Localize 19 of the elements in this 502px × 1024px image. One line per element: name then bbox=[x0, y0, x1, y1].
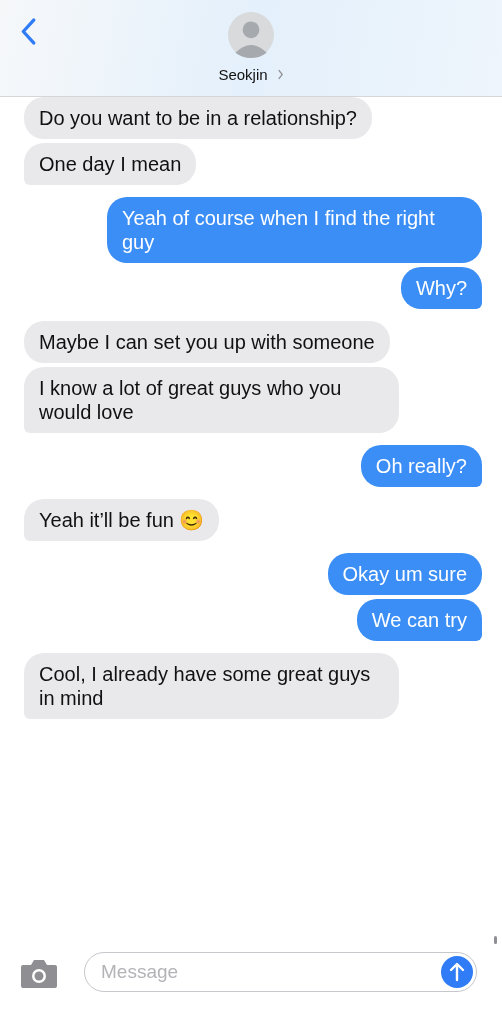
message-bubble: Maybe I can set you up with someone bbox=[24, 321, 390, 363]
chevron-icon bbox=[276, 69, 284, 80]
message-bubble: Oh really? bbox=[360, 445, 482, 487]
camera-icon[interactable] bbox=[20, 959, 58, 989]
message-bubble: We can try bbox=[356, 599, 482, 641]
contact-name-link[interactable]: Seokjin bbox=[218, 66, 284, 83]
avatar[interactable] bbox=[228, 12, 274, 58]
message-field[interactable]: Message bbox=[84, 952, 477, 992]
message-bubble: Yeah of course when I find the right guy bbox=[107, 197, 482, 263]
scroll-indicator bbox=[494, 936, 497, 944]
message-bubble: I know a lot of great guys who you would love bbox=[24, 367, 399, 433]
message-bubble: Why? bbox=[400, 267, 482, 309]
message-bubble: Yeah it’ll be fun 😊 bbox=[24, 499, 220, 541]
send-button[interactable] bbox=[441, 956, 473, 988]
back-icon[interactable] bbox=[20, 18, 37, 45]
message-bubble: Okay um sure bbox=[327, 553, 482, 595]
message-bubble: One day I mean bbox=[24, 143, 197, 185]
message-bubble: Do you want to be in a relationship? bbox=[24, 97, 372, 139]
message-bubble: Cool, I already have some great guys in mind bbox=[24, 653, 399, 719]
